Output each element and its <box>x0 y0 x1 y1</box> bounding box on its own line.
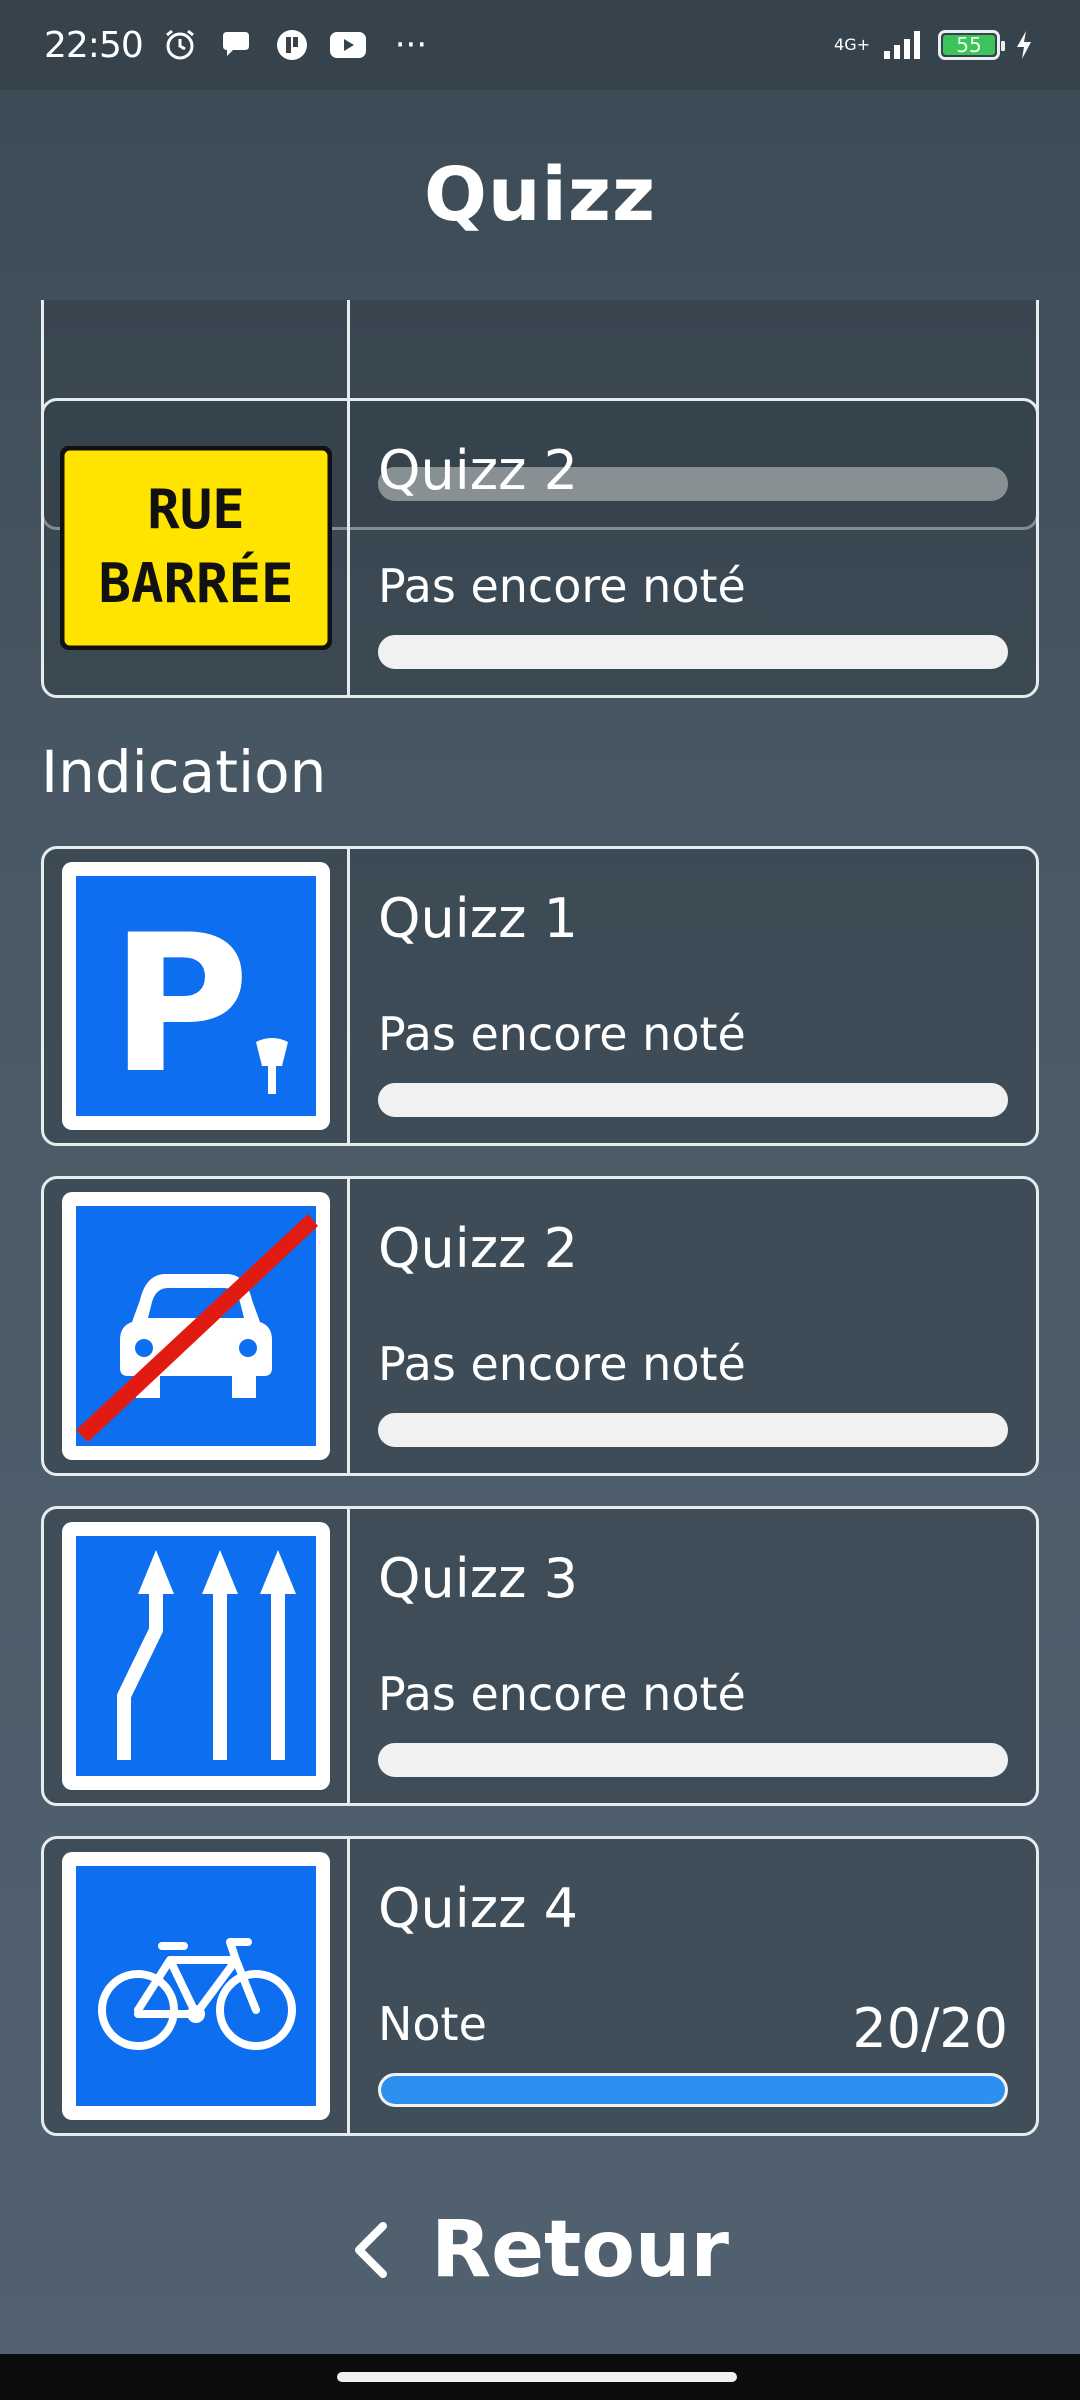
quiz-title: Quizz 1 <box>378 887 578 950</box>
quiz-score: 20/20 <box>852 1997 1008 2060</box>
quiz-status: Pas encore noté <box>378 1667 746 1721</box>
rue-barree-sign-icon: RUE BARRÉE <box>59 446 332 650</box>
quiz-title: Quizz 3 <box>378 1547 578 1610</box>
card-image <box>44 1509 350 1803</box>
quiz-title: Quizz 2 <box>378 439 578 502</box>
chat-icon <box>217 26 255 64</box>
quiz-title: Quizz 2 <box>378 1217 578 1280</box>
quiz-title: Quizz 4 <box>378 1877 578 1940</box>
sign-text-rue: RUE <box>147 478 245 541</box>
quiz-list[interactable]: RUE BARRÉE Quizz 2 Pas encore noté Indic… <box>0 300 1080 2140</box>
card-image: P <box>44 849 350 1143</box>
parking-letter: P <box>110 894 249 1115</box>
quiz-card-bicycle[interactable]: Quizz 4 Note 20/20 <box>41 1836 1039 2136</box>
home-gesture-handle[interactable] <box>337 2372 737 2382</box>
quiz-progress-bar <box>378 2073 1008 2107</box>
signal-icon <box>882 26 926 64</box>
quiz-progress-bar <box>378 1413 1008 1447</box>
quiz-status: Pas encore noté <box>378 559 746 613</box>
status-bar: 22:50 ··· 4G+ 55 <box>0 0 1080 90</box>
status-time: 22:50 <box>44 24 144 66</box>
page-title: Quizz <box>423 152 657 238</box>
quiz-progress-bar <box>378 1083 1008 1117</box>
battery-level: 55 <box>956 33 982 57</box>
quiz-status: Note <box>378 1997 487 2051</box>
quiz-card-lanes[interactable]: Quizz 3 Pas encore noté <box>41 1506 1039 1806</box>
chevron-left-icon <box>351 2220 391 2280</box>
back-label: Retour <box>431 2205 729 2295</box>
quiz-progress-bar <box>378 1743 1008 1777</box>
quiz-status: Pas encore noté <box>378 1337 746 1391</box>
back-button[interactable]: Retour <box>0 2150 1080 2350</box>
end-of-motorway-sign-icon <box>61 1192 330 1460</box>
alarm-icon <box>161 26 199 64</box>
quiz-card-parking[interactable]: P Quizz 1 Pas encore noté <box>41 846 1039 1146</box>
quiz-card-rue-barree[interactable]: RUE BARRÉE Quizz 2 Pas encore noté <box>41 398 1039 698</box>
lanes-sign-icon <box>61 1522 330 1790</box>
bicycle-lane-sign-icon <box>61 1852 330 2120</box>
quiz-progress-fill <box>381 2076 1005 2104</box>
parking-paid-sign-icon: P <box>61 862 330 1130</box>
sign-text-barree: BARRÉE <box>98 552 293 615</box>
quiz-progress-bar <box>378 635 1008 669</box>
network-label: 4G+ <box>834 35 870 54</box>
system-nav-bar <box>0 2354 1080 2400</box>
charging-icon <box>1012 26 1036 64</box>
youtube-icon <box>329 26 367 64</box>
more-icon: ··· <box>394 25 428 65</box>
card-image <box>44 1179 350 1473</box>
card-image: RUE BARRÉE <box>44 401 350 695</box>
section-header-indication: Indication <box>41 738 327 806</box>
quiz-card-end-of-road[interactable]: Quizz 2 Pas encore noté <box>41 1176 1039 1476</box>
quiz-status: Pas encore noté <box>378 1007 746 1061</box>
battery-icon: 55 <box>938 30 1005 60</box>
card-image <box>44 1839 350 2133</box>
notification-app-icon <box>273 26 311 64</box>
